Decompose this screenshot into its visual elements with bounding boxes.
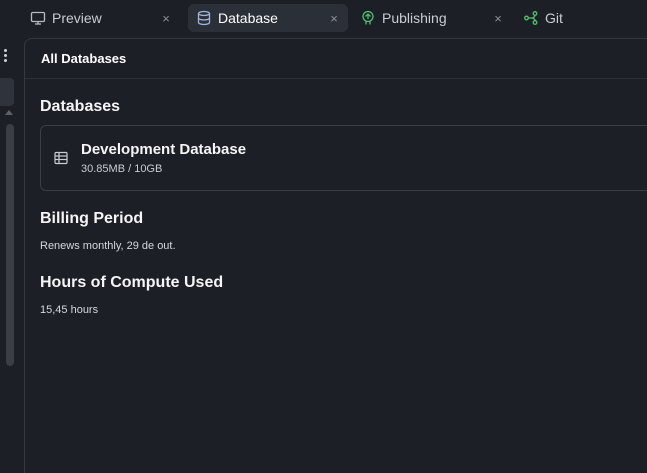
publishing-icon: [360, 10, 376, 26]
tab-bar: Preview × Database × Publishing × Git: [0, 0, 647, 38]
compute-hours-text: 15,45 hours: [40, 304, 99, 316]
compute-hours-title: Hours of Compute Used: [40, 274, 224, 291]
database-usage: 30.85MB / 10GB: [81, 163, 163, 175]
billing-period-text: Renews monthly, 29 de out.: [40, 240, 176, 252]
tab-preview[interactable]: Preview ×: [22, 4, 180, 32]
tab-label: Git: [545, 10, 563, 26]
billing-period-title: Billing Period: [40, 210, 144, 227]
close-icon[interactable]: ×: [490, 10, 506, 26]
tab-database[interactable]: Database ×: [188, 4, 348, 32]
database-icon: [196, 10, 212, 26]
close-icon[interactable]: ×: [326, 10, 342, 26]
scrollbar[interactable]: [6, 124, 14, 366]
tab-label: Preview: [52, 10, 102, 26]
database-card[interactable]: Development Database 30.85MB / 10GB: [40, 125, 647, 191]
monitor-icon: [30, 10, 46, 26]
database-name: Development Database: [81, 141, 247, 158]
tab-publishing[interactable]: Publishing ×: [352, 4, 512, 32]
left-rail: [0, 38, 22, 473]
tab-label: Publishing: [382, 10, 447, 26]
databases-title: Databases: [40, 98, 121, 115]
git-branch-icon: [523, 10, 539, 26]
tab-label: Database: [218, 10, 278, 26]
tab-git[interactable]: Git: [515, 4, 615, 32]
close-icon[interactable]: ×: [158, 10, 174, 26]
rail-selected-item[interactable]: [0, 78, 14, 106]
scroll-up-icon[interactable]: [5, 110, 13, 115]
panel-header: All Databases: [25, 39, 647, 79]
database-panel: All Databases Databases Development Data…: [24, 38, 647, 473]
table-icon: [53, 150, 69, 166]
more-options-icon[interactable]: [0, 46, 10, 64]
